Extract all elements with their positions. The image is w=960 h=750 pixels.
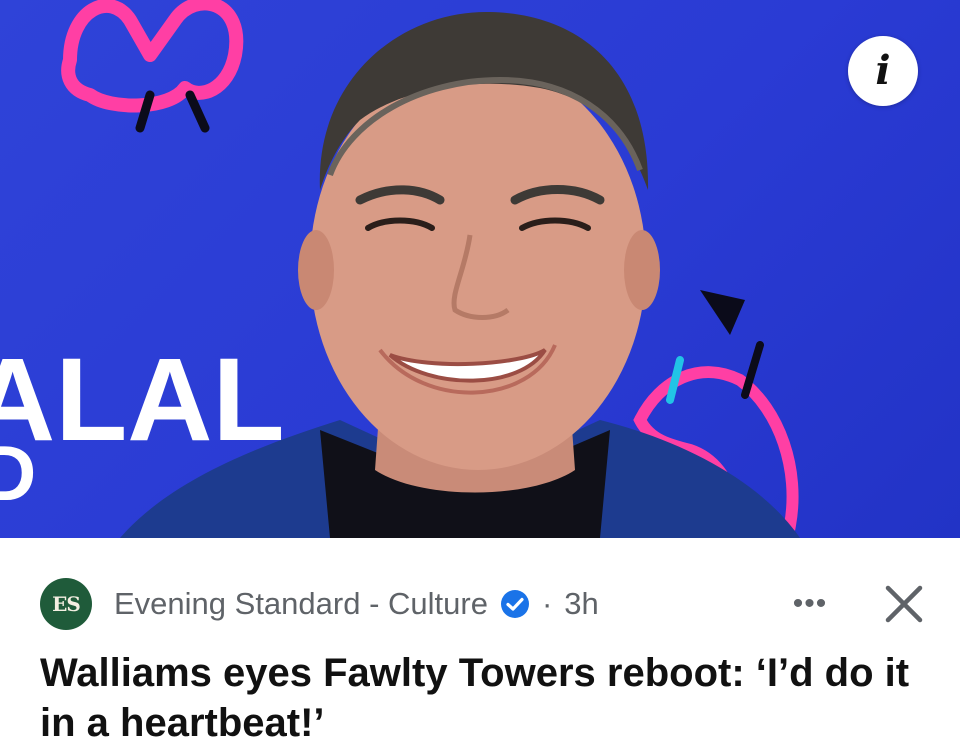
source-row: ES Evening Standard - Culture · 3h ••• <box>40 578 930 630</box>
published-time: 3h <box>564 586 599 621</box>
verified-badge-icon <box>500 590 529 618</box>
news-card[interactable]: ALAL D i ES Evening Standard - Culture ·… <box>0 0 960 750</box>
backdrop-lettering-2: D <box>0 429 36 517</box>
photo-illustration: ALAL D <box>0 0 800 538</box>
publisher-logo-text: ES <box>52 592 81 616</box>
meta-separator: · <box>541 586 553 621</box>
more-options-icon: ••• <box>792 587 828 620</box>
info-button[interactable]: i <box>848 36 918 106</box>
more-options-button[interactable]: ••• <box>780 580 840 628</box>
close-icon <box>885 585 923 623</box>
article-image[interactable]: ALAL D i <box>0 0 960 538</box>
backdrop-lettering: ALAL <box>0 334 285 466</box>
info-icon: i <box>875 47 891 94</box>
publisher-logo[interactable]: ES <box>40 578 92 630</box>
article-headline[interactable]: Walliams eyes Fawlty Towers reboot: ‘I’d… <box>40 648 920 748</box>
publisher-name[interactable]: Evening Standard - Culture <box>114 586 488 622</box>
close-button[interactable] <box>878 580 930 628</box>
